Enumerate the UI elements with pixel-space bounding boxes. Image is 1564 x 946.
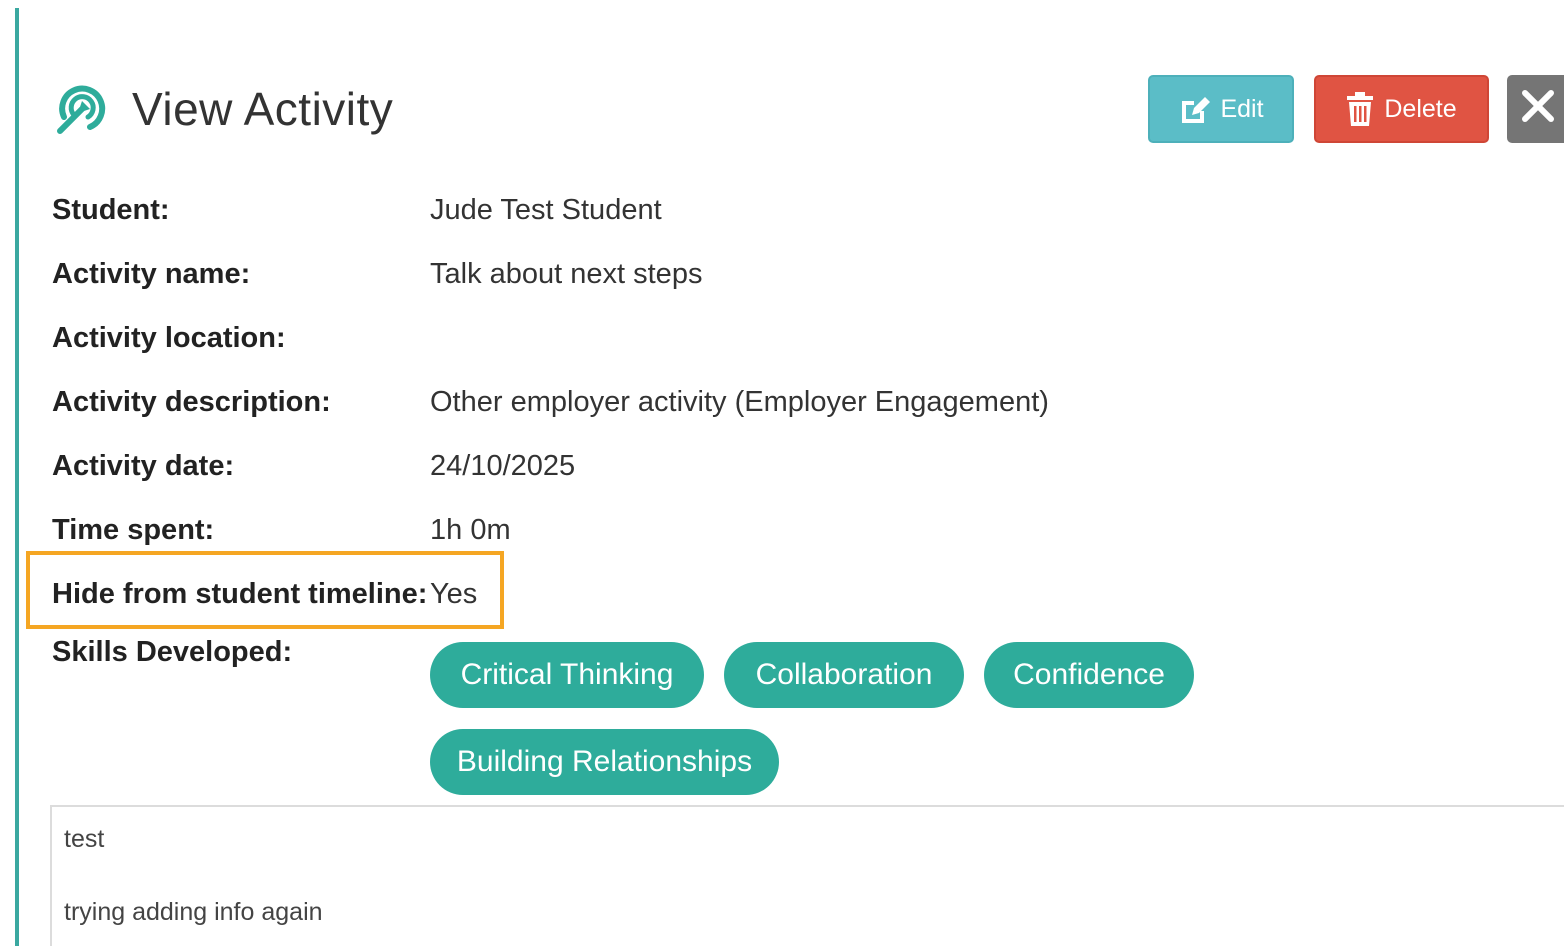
view-activity-page: View Activity Edit Delete Student: Jude … [0, 0, 1564, 946]
trash-icon [1346, 92, 1374, 126]
skill-chip: Critical Thinking [430, 642, 704, 708]
detail-row-activity-location: Activity location: [52, 306, 1049, 370]
detail-row-student: Student: Jude Test Student [52, 178, 1049, 242]
close-button[interactable] [1507, 75, 1564, 143]
close-icon [1521, 89, 1555, 130]
detail-value: 24/10/2025 [430, 449, 576, 482]
detail-row-activity-name: Activity name: Talk about next steps [52, 242, 1049, 306]
page-title: View Activity [132, 83, 394, 135]
edit-button[interactable]: Edit [1148, 75, 1294, 143]
notes-box: test trying adding info again [50, 805, 1564, 946]
edit-button-label: Edit [1220, 94, 1264, 123]
edit-icon [1178, 93, 1211, 125]
skills-developed-row: Skills Developed: [52, 636, 292, 669]
detail-label: Activity description: [52, 385, 331, 418]
detail-value: Talk about next steps [430, 257, 703, 290]
detail-label: Time spent: [52, 513, 215, 546]
detail-label: Activity date: [52, 449, 235, 482]
delete-button-label: Delete [1384, 94, 1457, 123]
detail-label: Activity name: [52, 257, 251, 290]
detail-value: Other employer activity (Employer Engage… [430, 385, 1049, 418]
skills-label: Skills Developed: [52, 636, 293, 668]
detail-value: Jude Test Student [430, 193, 662, 226]
page-header: View Activity [52, 72, 393, 146]
detail-label: Activity location: [52, 321, 286, 354]
action-toolbar: Edit Delete [1148, 74, 1564, 144]
detail-value: 1h 0m [430, 513, 511, 546]
left-accent-bar [15, 8, 19, 946]
skill-chip: Confidence [984, 642, 1194, 708]
note-line: test [64, 825, 105, 853]
target-arrow-icon [52, 79, 112, 139]
note-line: trying adding info again [64, 898, 323, 926]
detail-row-activity-description: Activity description: Other employer act… [52, 370, 1049, 434]
highlight-box [26, 551, 504, 629]
delete-button[interactable]: Delete [1314, 75, 1489, 143]
skill-chip: Building Relationships [430, 729, 779, 795]
skill-chip: Collaboration [724, 642, 964, 708]
detail-label: Student: [52, 193, 170, 226]
detail-row-activity-date: Activity date: 24/10/2025 [52, 434, 1049, 498]
